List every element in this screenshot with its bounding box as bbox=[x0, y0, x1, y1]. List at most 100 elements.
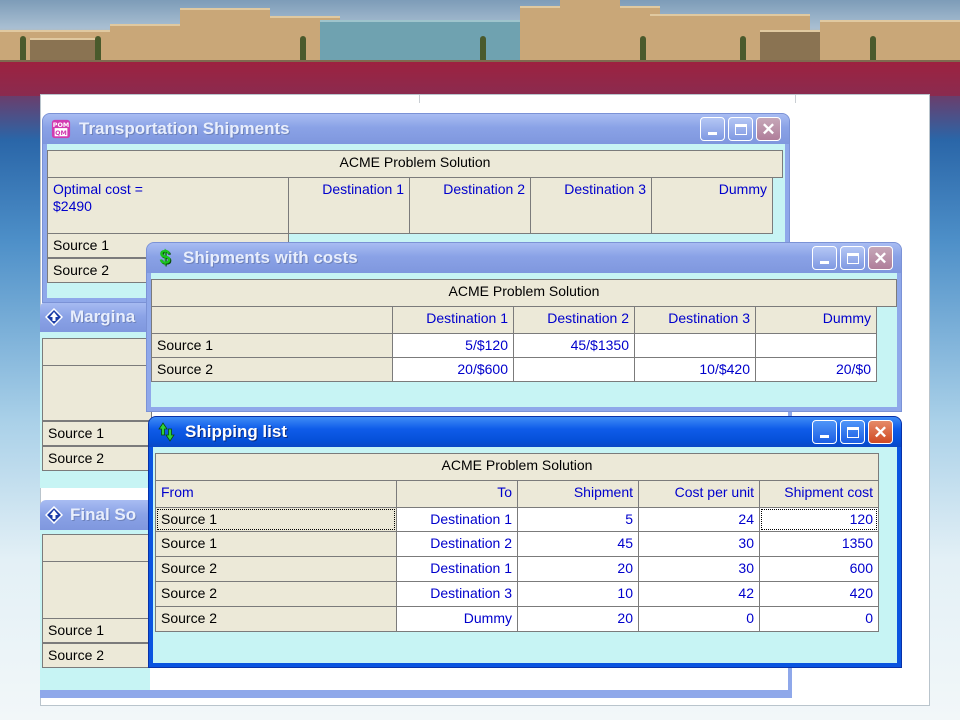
row-label[interactable]: Source 1 bbox=[155, 507, 397, 532]
table-cell[interactable] bbox=[755, 333, 877, 358]
grid-area: ACME Problem Solution From To Shipment C… bbox=[153, 447, 897, 663]
close-icon: ✕ bbox=[761, 119, 776, 139]
column-header: Destination 2 bbox=[409, 177, 531, 234]
minimize-icon bbox=[820, 435, 829, 438]
column-header-cost-per-unit: Cost per unit bbox=[638, 480, 760, 508]
table-cell[interactable]: Destination 3 bbox=[396, 581, 518, 607]
table-cell[interactable]: 10/$420 bbox=[634, 357, 756, 382]
svg-text:POM: POM bbox=[53, 122, 69, 129]
table-cell[interactable]: 5 bbox=[517, 507, 639, 532]
table-cell[interactable]: 20 bbox=[517, 606, 639, 632]
minimize-button[interactable] bbox=[700, 117, 725, 141]
shipping-list-window[interactable]: Shipping list ✕ ACME Problem Solution Fr… bbox=[148, 416, 902, 668]
column-header: Destination 1 bbox=[392, 306, 514, 334]
table-cell[interactable]: 600 bbox=[759, 556, 879, 582]
row-label: Source 1 bbox=[151, 333, 393, 358]
column-header-to: To bbox=[396, 480, 518, 508]
table-cell[interactable]: 45/$1350 bbox=[513, 333, 635, 358]
table-cell[interactable]: Destination 1 bbox=[396, 556, 518, 582]
minimize-icon bbox=[708, 132, 717, 135]
table-cell[interactable]: 30 bbox=[638, 531, 760, 557]
column-header: Destination 1 bbox=[288, 177, 410, 234]
optimal-cost-value: $2490 bbox=[53, 198, 92, 214]
maximize-button[interactable] bbox=[840, 420, 865, 444]
row-label: Source 2 bbox=[42, 643, 152, 668]
table-cell[interactable]: 20 bbox=[517, 556, 639, 582]
header-cell bbox=[42, 365, 152, 421]
table-cell[interactable]: 42 bbox=[638, 581, 760, 607]
table-cell[interactable]: 1350 bbox=[759, 531, 879, 557]
table-cell[interactable]: 45 bbox=[517, 531, 639, 557]
row-label: Source 2 bbox=[42, 446, 152, 471]
title-bar[interactable]: POM QM Transportation Shipments ✕ bbox=[43, 114, 789, 144]
row-label[interactable]: Source 2 bbox=[155, 606, 397, 632]
window-title: Shipping list bbox=[185, 422, 287, 441]
dollar-icon: $ bbox=[159, 246, 171, 269]
window-title: Transportation Shipments bbox=[79, 119, 290, 138]
row-label[interactable]: Source 1 bbox=[155, 531, 397, 557]
minimize-button[interactable] bbox=[812, 420, 837, 444]
table-cell[interactable]: 20/$600 bbox=[392, 357, 514, 382]
table-cell[interactable]: Destination 2 bbox=[396, 531, 518, 557]
window-title: Final So bbox=[70, 505, 137, 524]
window-title: Shipments with costs bbox=[183, 248, 358, 267]
up-down-arrow-icon bbox=[157, 422, 177, 442]
table-cell[interactable]: 30 bbox=[638, 556, 760, 582]
optimal-cost-cell: Optimal cost = $2490 bbox=[47, 177, 289, 234]
window-title: Margina bbox=[70, 307, 136, 326]
table-cell[interactable]: Dummy bbox=[396, 606, 518, 632]
table-cell[interactable]: 0 bbox=[759, 606, 879, 632]
table-cell[interactable] bbox=[513, 357, 635, 382]
maximize-button[interactable] bbox=[728, 117, 753, 141]
grid-title: ACME Problem Solution bbox=[151, 279, 897, 307]
close-icon: ✕ bbox=[873, 248, 888, 268]
table-cell[interactable]: 20/$0 bbox=[755, 357, 877, 382]
column-header-from: From bbox=[155, 480, 397, 508]
diamond-arrow-icon bbox=[44, 307, 64, 327]
column-header-shipment: Shipment bbox=[517, 480, 639, 508]
maximize-icon bbox=[734, 123, 747, 135]
close-button[interactable]: ✕ bbox=[868, 246, 893, 270]
close-button[interactable]: ✕ bbox=[868, 420, 893, 444]
marginal-costs-window[interactable]: Margina bbox=[40, 302, 150, 332]
table-cell[interactable]: 120 bbox=[759, 507, 879, 532]
header-cell bbox=[42, 561, 152, 619]
table-cell[interactable]: 420 bbox=[759, 581, 879, 607]
red-band bbox=[0, 62, 960, 96]
column-header: Destination 2 bbox=[513, 306, 635, 334]
column-header: Destination 3 bbox=[634, 306, 756, 334]
corner-cell bbox=[151, 306, 393, 334]
table-cell[interactable]: 0 bbox=[638, 606, 760, 632]
maximize-icon bbox=[846, 252, 859, 264]
table-cell[interactable]: 10 bbox=[517, 581, 639, 607]
row-label[interactable]: Source 2 bbox=[155, 581, 397, 607]
minimize-button[interactable] bbox=[812, 246, 837, 270]
column-header: Dummy bbox=[755, 306, 877, 334]
shipments-with-costs-window[interactable]: $ Shipments with costs ✕ ACME Problem So… bbox=[146, 242, 902, 412]
campus-photo-banner bbox=[0, 0, 960, 66]
final-solution-window[interactable]: Final So bbox=[40, 500, 150, 530]
row-label[interactable]: Source 2 bbox=[155, 556, 397, 582]
table-cell[interactable]: Destination 1 bbox=[396, 507, 518, 532]
close-button[interactable]: ✕ bbox=[756, 117, 781, 141]
svg-text:QM: QM bbox=[55, 130, 67, 137]
title-bar[interactable]: Shipping list ✕ bbox=[149, 417, 901, 447]
final-grid: Source 1 Source 2 bbox=[40, 530, 152, 698]
window-frame-bottom bbox=[40, 690, 792, 698]
column-header: Dummy bbox=[651, 177, 773, 234]
column-header-shipment-cost: Shipment cost bbox=[759, 480, 879, 508]
optimal-cost-label: Optimal cost = bbox=[53, 181, 143, 197]
maximize-icon bbox=[846, 426, 859, 438]
table-cell[interactable]: 24 bbox=[638, 507, 760, 532]
row-label: Source 2 bbox=[151, 357, 393, 382]
table-cell[interactable] bbox=[634, 333, 756, 358]
header-cell bbox=[42, 338, 152, 366]
diamond-arrow-icon bbox=[44, 505, 64, 525]
title-bar[interactable]: $ Shipments with costs ✕ bbox=[147, 243, 901, 273]
grid-title: ACME Problem Solution bbox=[47, 150, 783, 178]
maximize-button[interactable] bbox=[840, 246, 865, 270]
pom-qm-logo-icon: POM QM bbox=[51, 119, 71, 139]
row-label: Source 1 bbox=[42, 421, 152, 446]
marginal-grid: Source 1 Source 2 bbox=[40, 332, 152, 488]
table-cell[interactable]: 5/$120 bbox=[392, 333, 514, 358]
